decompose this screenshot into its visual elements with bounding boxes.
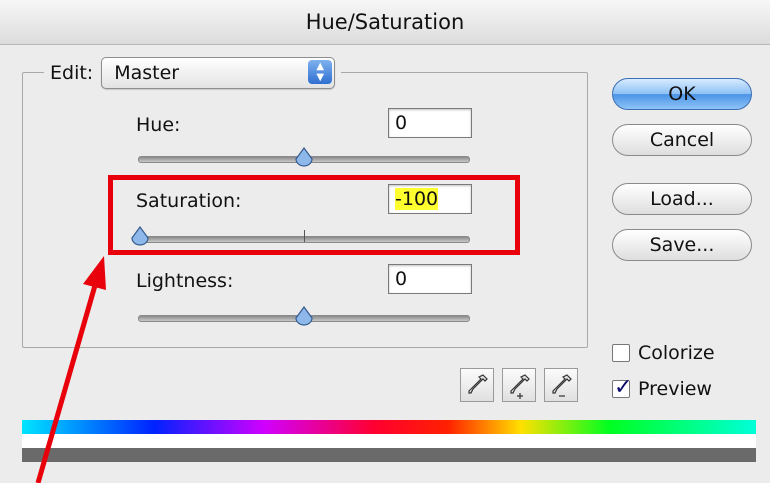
annotation-arrow-icon <box>35 256 106 483</box>
